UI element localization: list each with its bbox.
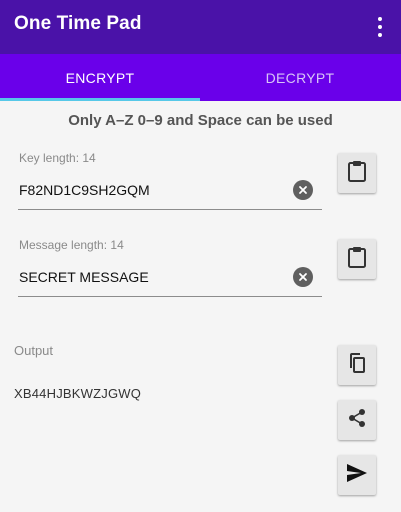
tab-encrypt[interactable]: ENCRYPT — [0, 54, 200, 101]
output-label: Output — [14, 343, 54, 358]
app-bar: One Time Pad — [0, 0, 401, 54]
message-clear-icon[interactable] — [293, 267, 313, 287]
paste-key-button[interactable] — [338, 153, 376, 193]
share-icon — [347, 408, 367, 433]
clipboard-icon — [347, 246, 367, 273]
tab-bar: ENCRYPT DECRYPT — [0, 54, 401, 101]
message-input[interactable]: SECRET MESSAGE — [19, 269, 149, 285]
key-clear-icon[interactable] — [293, 180, 313, 200]
output-value: XB44HJBKWZJGWQ — [14, 386, 142, 401]
paste-message-button[interactable] — [338, 239, 376, 279]
tab-decrypt[interactable]: DECRYPT — [200, 54, 400, 101]
app-title: One Time Pad — [14, 13, 142, 34]
send-output-button[interactable] — [338, 455, 376, 495]
send-icon — [346, 463, 368, 488]
allowed-characters-hint: Only A–Z 0–9 and Space can be used — [68, 112, 333, 129]
key-input[interactable]: F82ND1C9SH2GQM — [19, 182, 150, 198]
message-input-underline — [18, 296, 322, 297]
more-vert-icon[interactable] — [370, 14, 390, 40]
share-output-button[interactable] — [338, 400, 376, 440]
copy-icon — [347, 352, 367, 379]
clipboard-icon — [347, 160, 367, 187]
copy-output-button[interactable] — [338, 345, 376, 385]
message-length-label: Message length: 14 — [19, 238, 124, 252]
tab-indicator — [0, 98, 200, 101]
key-length-label: Key length: 14 — [19, 151, 96, 165]
key-input-underline — [18, 209, 322, 210]
